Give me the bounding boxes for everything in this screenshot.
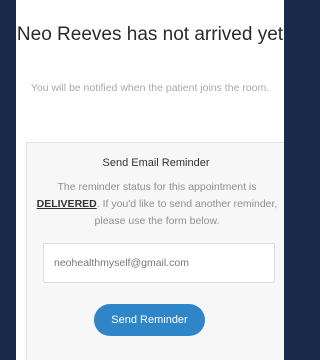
send-reminder-button[interactable]: Send Reminder (94, 304, 205, 336)
patient-not-arrived-title: Neo Reeves has not arrived yet (16, 24, 284, 45)
email-field[interactable] (43, 243, 275, 283)
reminder-status-text: The reminder status for this appointment… (35, 179, 279, 230)
email-reminder-panel: Send Email Reminder The reminder status … (26, 142, 284, 360)
email-reminder-heading: Send Email Reminder (102, 157, 210, 169)
reminder-status-prefix: The reminder status for this appointment… (57, 181, 257, 193)
reminder-status-suffix: . If you'd like to send another reminder… (94, 198, 278, 227)
waiting-room-card: Neo Reeves has not arrived yet You will … (16, 0, 284, 360)
reminder-status-value: DELIVERED (36, 198, 97, 210)
notification-message: You will be notified when the patient jo… (30, 82, 270, 94)
